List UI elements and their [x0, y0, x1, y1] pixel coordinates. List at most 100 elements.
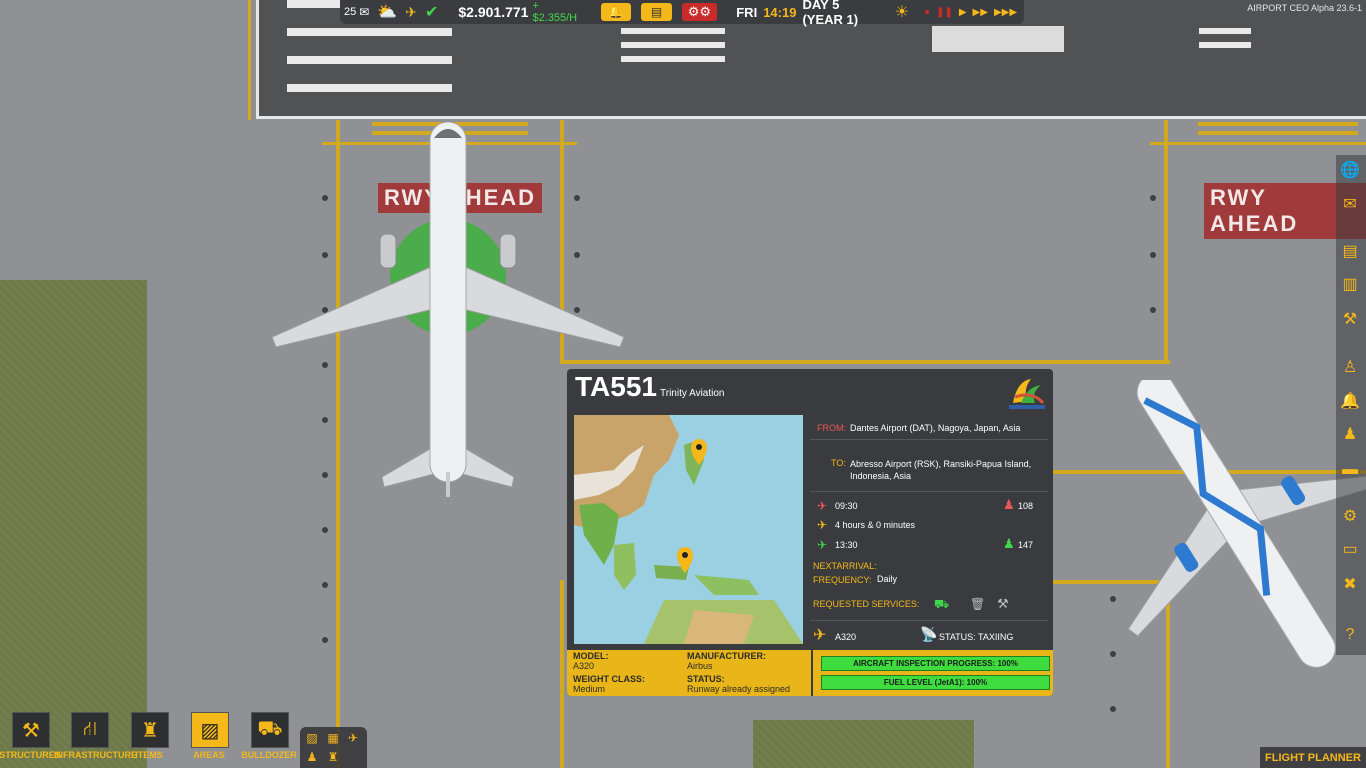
taxi-light: [322, 527, 328, 533]
arriving-passengers-icon: ♟: [1003, 536, 1015, 551]
money-rate: + $2.355/H: [532, 0, 578, 24]
arrival-icon: ✈: [817, 538, 828, 552]
tools-icon[interactable]: ⚒: [1340, 310, 1360, 330]
hatch-tool-icon[interactable]: ▨: [305, 731, 319, 745]
notifications[interactable]: 25 ✉: [344, 5, 369, 19]
taxiway-line: [1164, 120, 1168, 364]
grass-area-left: [0, 280, 147, 768]
settings-icon[interactable]: ⚙: [1340, 507, 1360, 527]
bell-icon[interactable]: 🔔: [1340, 392, 1360, 412]
road-icon: ⛙: [82, 717, 98, 740]
arrival-time: 13:30: [835, 540, 858, 550]
taxi-light: [1150, 252, 1156, 258]
record-icon[interactable]: ●: [924, 7, 930, 18]
next-arrival-label: NEXTARRIVAL:: [813, 561, 877, 571]
departure-time: 09:30: [835, 501, 858, 511]
divider: [811, 650, 813, 696]
aircraft-blue[interactable]: [1110, 380, 1366, 670]
bell-icon: 🔔: [608, 5, 624, 19]
hatched-area-icon: ▨: [200, 719, 220, 742]
play-icon[interactable]: ▶: [959, 7, 967, 18]
airline-name: Trinity Aviation: [660, 388, 725, 399]
pause-icon[interactable]: ❚❚: [936, 7, 953, 18]
aircraft-type-icon: ✈: [813, 627, 827, 644]
divider: [810, 439, 1048, 440]
build-toolbar: ⚒ STRUCTURES ⛙ INFRASTRUCTURE ♜ ITEMS ▨ …: [0, 705, 310, 768]
service-icon: ⛟: [934, 597, 950, 611]
checkmark-icon[interactable]: ✔: [425, 2, 438, 22]
bulldozer-icon: ⛟: [257, 717, 283, 740]
manufacturer-value: Airbus: [687, 661, 713, 671]
close-icon[interactable]: ✖: [1340, 575, 1360, 595]
list-icon[interactable]: ▤: [1340, 242, 1360, 262]
duration-icon: ✈: [817, 518, 828, 532]
hold-marking: [1198, 122, 1358, 126]
top-status-bar: 25 ✉ ⛅ ✈ ✔ $2.901.771 + $2.355/H 🔔 ▤ ⚙⚙ …: [340, 0, 1024, 27]
grid-icon[interactable]: ▦: [326, 731, 340, 745]
version-label: AIRPORT CEO Alpha 23.6-1: [1247, 3, 1362, 13]
worker-icon: ⚒: [22, 719, 40, 742]
model-value: A320: [573, 661, 595, 671]
flight-info-panel: TA551 Trinity Aviation FROM: Dantes Airp…: [567, 369, 1053, 696]
route-map[interactable]: [574, 415, 803, 644]
weather-icon[interactable]: ⛅: [377, 2, 397, 22]
flight-planner-button[interactable]: FLIGHT PLANNER: [1260, 747, 1366, 768]
fastest-forward-icon[interactable]: ▶▶▶: [994, 7, 1017, 18]
hold-marking: [1198, 131, 1358, 135]
person-icon[interactable]: ♙: [1340, 358, 1360, 378]
flight-status-icon[interactable]: ✈: [405, 4, 417, 21]
staff-icon[interactable]: ♟: [1340, 425, 1360, 445]
weight-class-value: Medium: [573, 684, 606, 694]
items-button[interactable]: ♜: [131, 712, 169, 748]
sun-icon: ☀: [894, 4, 910, 21]
bulldozer-button[interactable]: ⛟: [251, 712, 289, 748]
settings-button[interactable]: ⚙⚙: [681, 3, 718, 21]
plane-tool-icon[interactable]: ✈: [346, 731, 360, 745]
reports-button[interactable]: ▤: [641, 3, 672, 21]
notifications-button[interactable]: 🔔: [601, 3, 632, 21]
manufacturer-label: MANUFACTURER:: [687, 651, 766, 661]
people-tool-icon[interactable]: ♟: [305, 750, 319, 764]
monitor-icon[interactable]: ▭: [1340, 540, 1360, 560]
chart-icon[interactable]: ▥: [1340, 275, 1360, 295]
flight-duration: 4 hours & 0 minutes: [835, 520, 916, 530]
mail-icon[interactable]: ✉: [1340, 195, 1360, 215]
taxi-light: [322, 637, 328, 643]
queue-tool-icon[interactable]: ♜: [326, 750, 340, 764]
secondary-tools: ▨ ▦ ✈ ♟ ♜: [300, 727, 367, 768]
areas-button[interactable]: ▨: [191, 712, 229, 748]
taxiway-line: [248, 0, 251, 120]
inspection-progress-bar: AIRCRAFT INSPECTION PROGRESS: 100%: [821, 656, 1050, 671]
airline-logo: [1009, 379, 1045, 409]
speed-controls: ● ❚❚ ▶ ▶▶ ▶▶▶: [921, 7, 1020, 18]
departure-icon: ✈: [817, 499, 828, 513]
to-label: TO:: [831, 458, 846, 468]
weight-class-label: WEIGHT CLASS:: [573, 674, 645, 684]
frequency-label: FREQUENCY:: [813, 575, 872, 585]
vehicle-icon[interactable]: ▬: [1340, 460, 1360, 480]
taxi-light: [1150, 195, 1156, 201]
trash-icon[interactable]: 🗑: [970, 597, 985, 611]
assignment-status-value: Runway already assigned: [687, 684, 791, 694]
requested-services-label: REQUESTED SERVICES:: [813, 599, 920, 609]
fast-forward-icon[interactable]: ▶▶: [973, 7, 988, 18]
infrastructure-button[interactable]: ⛙: [71, 712, 109, 748]
grass-area-bottom: [753, 720, 974, 768]
document-icon: ▤: [650, 5, 663, 19]
globe-icon[interactable]: 🌐: [1340, 161, 1360, 181]
assignment-status-label: STATUS:: [687, 674, 725, 684]
aircraft-type: A320: [835, 632, 857, 642]
to-value: Abresso Airport (RSK), Ransiki-Papua Isl…: [850, 459, 1032, 481]
aircraft-details-strip: MODEL: A320 MANUFACTURER: Airbus WEIGHT …: [567, 650, 1053, 696]
from-value: Dantes Airport (DAT), Nagoya, Japan, Asi…: [850, 423, 1021, 433]
help-icon[interactable]: ?: [1340, 625, 1360, 645]
model-label: MODEL:: [573, 651, 609, 661]
repair-tools-icon[interactable]: ⚒: [997, 596, 1009, 612]
divider: [810, 620, 1048, 621]
day-label: DAY 5 (YEAR 1): [802, 0, 859, 27]
structures-button[interactable]: ⚒: [12, 712, 50, 748]
flight-status: STATUS: TAXIING: [939, 632, 1014, 642]
from-label: FROM:: [817, 423, 846, 433]
clock: 14:19: [763, 4, 797, 20]
finances-display[interactable]: $2.901.771 + $2.355/H: [458, 0, 577, 24]
